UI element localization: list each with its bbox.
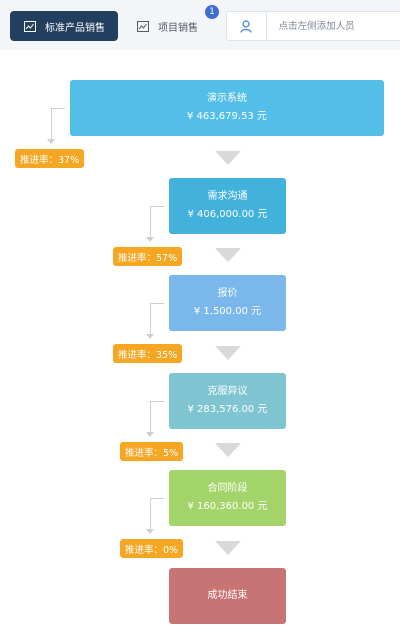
connector-arrow (146, 237, 154, 242)
tab-label: 标准产品销售 (45, 22, 105, 34)
stage-success[interactable]: 成功结束 (169, 568, 286, 624)
stage-name: 克服异议 (207, 386, 248, 397)
down-arrow-icon (215, 346, 241, 360)
conversion-rate-badge: 推进率：37% (15, 149, 85, 168)
stage-amount: ¥ 1,500.00 元 (193, 306, 262, 317)
user-icon (240, 19, 252, 33)
stage-quotation[interactable]: 报价 ¥ 1,500.00 元 (169, 275, 286, 331)
user-search-input[interactable] (266, 12, 400, 40)
conversion-rate-badge: 推进率：5% (120, 442, 184, 461)
chart-window-icon (137, 20, 149, 32)
connector-line (150, 401, 164, 433)
stage-name: 合同阶段 (207, 483, 248, 494)
connector-line (150, 303, 164, 335)
connector-arrow (47, 139, 55, 144)
add-user-button[interactable] (227, 12, 267, 40)
connector-line (150, 206, 164, 238)
tab-label: 项目销售 (158, 22, 198, 34)
stage-amount: ¥ 406,000.00 元 (187, 209, 268, 220)
stage-amount: ¥ 463,679.53 元 (187, 111, 267, 122)
down-arrow-icon (215, 541, 241, 555)
stage-name: 成功结束 (207, 590, 248, 601)
notification-badge: 1 (205, 5, 219, 19)
stage-amount: ¥ 283,576.00 元 (187, 404, 268, 415)
down-arrow-icon (215, 248, 241, 262)
stage-name: 报价 (217, 288, 238, 299)
connector-arrow (146, 432, 154, 437)
connector-arrow (146, 529, 154, 534)
stage-amount: ¥ 160,360.00 元 (187, 501, 268, 512)
conversion-rate-badge: 推进率：0% (120, 539, 184, 558)
stage-overcome-objections[interactable]: 克服异议 ¥ 283,576.00 元 (169, 373, 286, 429)
stage-demo-system[interactable]: 演示系统 ¥ 463,679.53 元 (70, 80, 384, 136)
user-picker (226, 11, 400, 41)
chart-window-icon (24, 20, 36, 32)
stage-name: 需求沟通 (207, 191, 248, 202)
down-arrow-icon (215, 443, 241, 457)
connector-line (51, 108, 65, 140)
conversion-rate-badge: 推进率：35% (113, 344, 183, 363)
connector-arrow (146, 334, 154, 339)
connector-line (150, 498, 164, 530)
stage-contract[interactable]: 合同阶段 ¥ 160,360.00 元 (169, 470, 286, 526)
stage-name: 演示系统 (207, 93, 247, 104)
tab-standard-product-sales[interactable]: 标准产品销售 (10, 11, 118, 41)
conversion-rate-badge: 推进率：57% (113, 247, 183, 266)
down-arrow-icon (215, 151, 241, 165)
stage-requirement-communication[interactable]: 需求沟通 ¥ 406,000.00 元 (169, 178, 286, 234)
